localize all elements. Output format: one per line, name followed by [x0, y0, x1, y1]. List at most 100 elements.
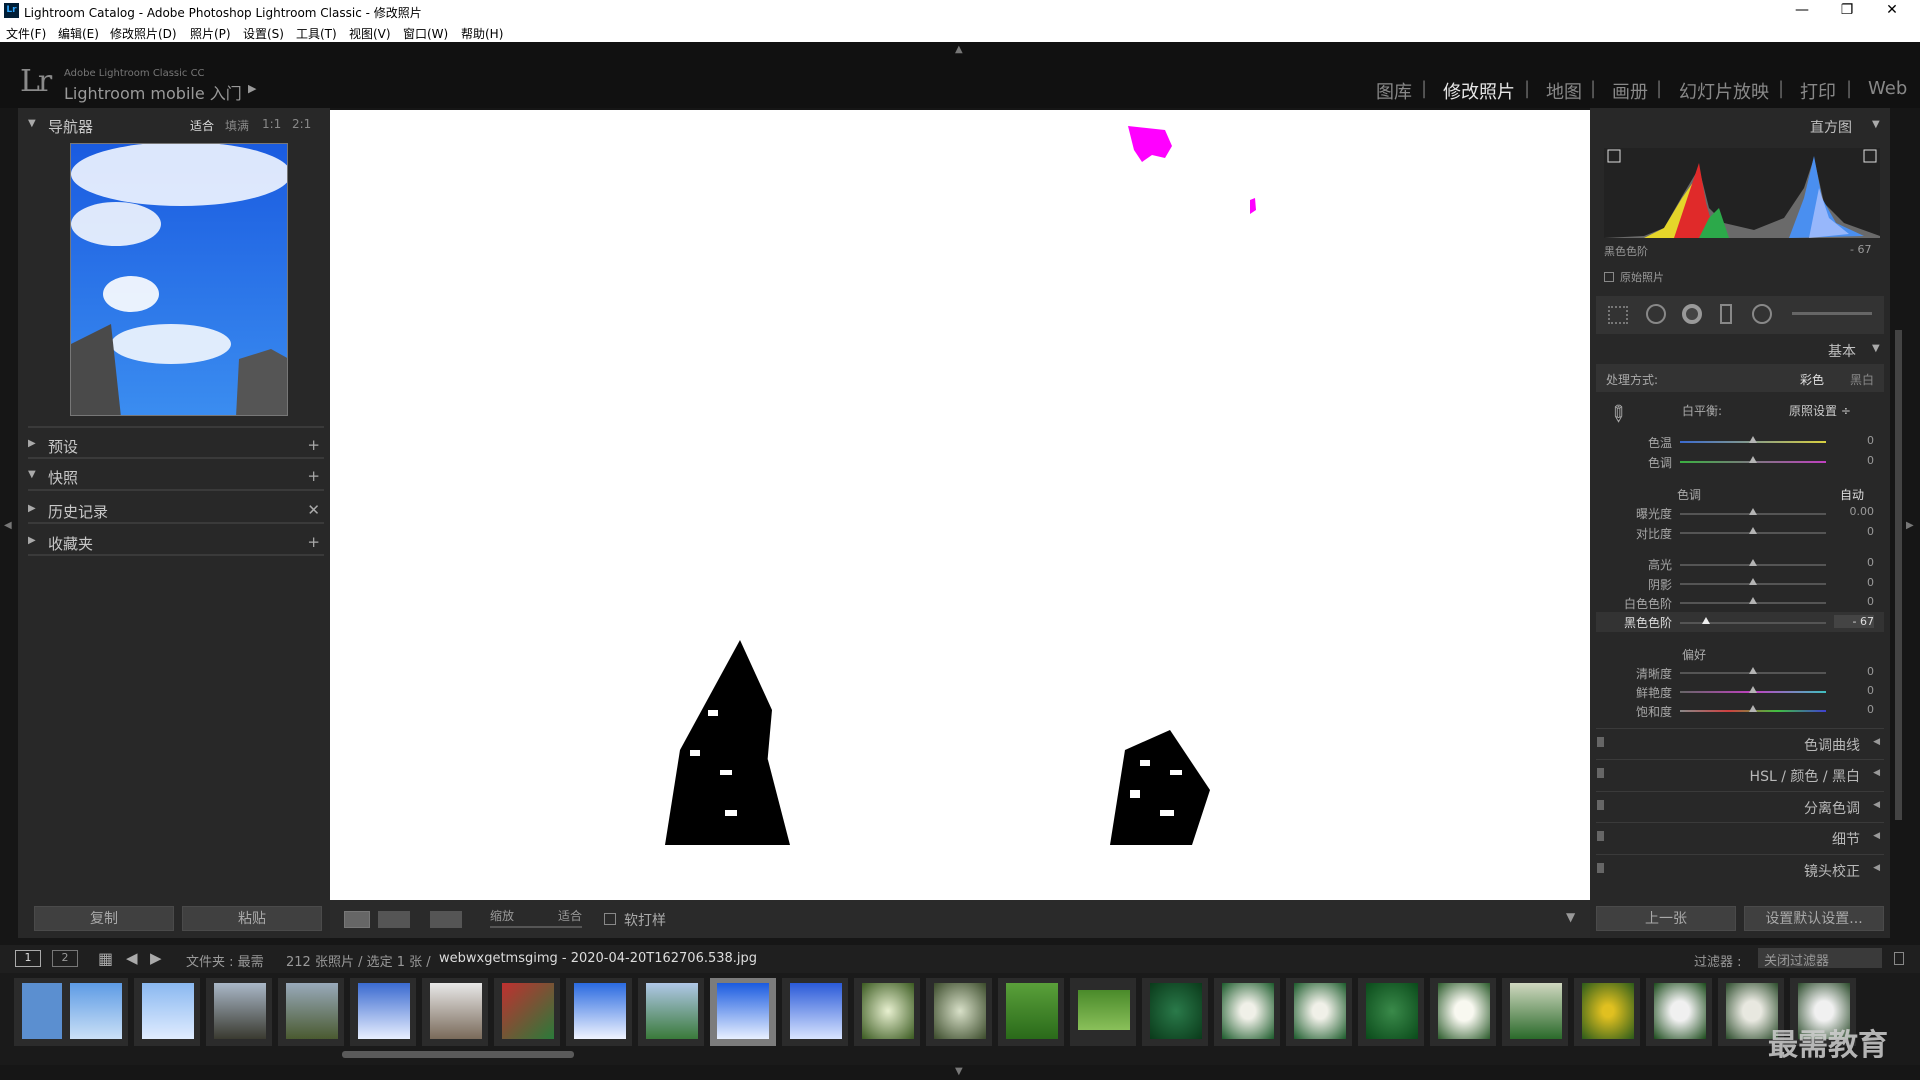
loupe-view-icon[interactable] [344, 911, 370, 928]
film-cell[interactable] [998, 978, 1064, 1046]
film-cell[interactable] [422, 978, 488, 1046]
module-book[interactable]: 画册 [1612, 78, 1648, 104]
menu-view[interactable]: 视图(V) [349, 25, 391, 42]
film-cell[interactable] [1142, 978, 1208, 1046]
presets-header[interactable]: ▶ 预设 + [28, 434, 324, 458]
film-cell[interactable] [1358, 978, 1424, 1046]
exposure-knob[interactable] [1749, 508, 1757, 515]
panel-switch-icon[interactable] [1597, 800, 1604, 810]
photo-canvas[interactable] [330, 110, 1590, 900]
window-1-button[interactable]: 1 [15, 950, 41, 967]
collapse-top-arrow-icon[interactable]: ▲ [955, 44, 963, 55]
menu-file[interactable]: 文件(F) [6, 25, 46, 42]
tone-curve-section[interactable]: 色调曲线 ◀ [1596, 728, 1884, 756]
crop-tool-icon[interactable] [1608, 306, 1628, 324]
contrast-knob[interactable] [1749, 527, 1757, 534]
vibrance-knob[interactable] [1749, 686, 1757, 693]
filter-select[interactable]: 关闭过滤器 [1758, 948, 1882, 969]
wb-select[interactable]: 原照设置 ÷ [1789, 402, 1851, 419]
collapse-triangle-icon[interactable]: ▼ [1872, 119, 1880, 130]
shadows-knob[interactable] [1749, 578, 1757, 585]
collections-header[interactable]: ▶ 收藏夹 + [28, 531, 324, 555]
toolbar-menu-icon[interactable]: ▼ [1566, 910, 1575, 924]
identity-mobile[interactable]: Lightroom mobile 入门 [64, 80, 242, 104]
module-slideshow[interactable]: 幻灯片放映 [1679, 78, 1769, 104]
module-print[interactable]: 打印 [1800, 78, 1836, 104]
right-panel-scrollbar[interactable] [1895, 330, 1902, 820]
clarity-knob[interactable] [1749, 667, 1757, 674]
film-cell[interactable] [134, 978, 200, 1046]
menu-edit[interactable]: 编辑(E) [58, 25, 99, 42]
brush-tool-icon[interactable] [1792, 312, 1872, 315]
close-button[interactable]: ✕ [1870, 0, 1914, 22]
back-arrow-icon[interactable]: ◀ [126, 949, 138, 967]
add-snapshot-icon[interactable]: + [307, 467, 320, 485]
film-cell[interactable] [206, 978, 272, 1046]
left-panel-arrow-icon[interactable]: ◀ [4, 520, 12, 531]
contrast-value[interactable]: 0 [1834, 525, 1874, 538]
film-cell[interactable] [494, 978, 560, 1046]
module-library[interactable]: 图库 [1376, 78, 1412, 104]
current-filename[interactable]: webwxgetmsgimg - 2020-04-20T162706.538.j… [439, 951, 757, 966]
film-cell[interactable] [1286, 978, 1352, 1046]
split-toning-section[interactable]: 分离色调 ◀ [1596, 791, 1884, 819]
history-header[interactable]: ▶ 历史记录 ✕ [28, 499, 324, 523]
module-web[interactable]: Web [1868, 78, 1907, 99]
red-eye-icon[interactable] [1682, 304, 1702, 324]
spot-removal-icon[interactable] [1646, 304, 1666, 324]
snapshots-header[interactable]: ▼ 快照 + [28, 465, 324, 489]
saturation-knob[interactable] [1749, 705, 1757, 712]
maximize-button[interactable]: ❐ [1825, 0, 1869, 22]
module-develop[interactable]: 修改照片 [1443, 78, 1515, 104]
film-cell[interactable] [1430, 978, 1496, 1046]
film-cell-selected[interactable] [710, 978, 776, 1046]
film-cell[interactable] [926, 978, 992, 1046]
forward-arrow-icon[interactable]: ▶ [150, 949, 162, 967]
nav-2to1[interactable]: 2:1 [292, 117, 311, 131]
nav-1to1[interactable]: 1:1 [262, 117, 281, 131]
collapse-triangle-icon[interactable]: ▼ [1872, 343, 1880, 354]
clarity-value[interactable]: 0 [1834, 665, 1874, 678]
right-panel-arrow-icon[interactable]: ▶ [1906, 520, 1914, 531]
module-map[interactable]: 地图 [1546, 78, 1582, 104]
nav-fill[interactable]: 填满 [225, 117, 249, 134]
film-cell[interactable] [1214, 978, 1280, 1046]
film-cell[interactable] [350, 978, 416, 1046]
film-cell[interactable] [854, 978, 920, 1046]
film-cell[interactable] [566, 978, 632, 1046]
panel-switch-icon[interactable] [1597, 768, 1604, 778]
whites-knob[interactable] [1749, 597, 1757, 604]
blacks-value[interactable]: - 67 [1834, 615, 1874, 628]
menu-photo[interactable]: 照片(P) [190, 25, 231, 42]
menu-develop[interactable]: 修改照片(D) [110, 25, 177, 42]
auto-tone-button[interactable]: 自动 [1840, 486, 1864, 503]
identity-arrow-icon[interactable]: ▶ [248, 82, 256, 95]
menu-settings[interactable]: 设置(S) [243, 25, 284, 42]
before-after-lr-icon[interactable] [378, 911, 410, 928]
film-cell[interactable] [278, 978, 344, 1046]
window-2-button[interactable]: 2 [52, 950, 78, 967]
treatment-bw[interactable]: 黑白 [1850, 371, 1874, 388]
source-label[interactable]: 文件夹 : 最需 [186, 951, 264, 970]
blacks-knob[interactable] [1702, 617, 1710, 624]
film-cell[interactable] [1070, 978, 1136, 1046]
histogram-label[interactable]: 直方图 [1810, 117, 1852, 137]
minimize-button[interactable]: — [1780, 0, 1824, 22]
filter-lock-icon[interactable] [1894, 952, 1904, 965]
vibrance-value[interactable]: 0 [1834, 684, 1874, 697]
panel-switch-icon[interactable] [1597, 831, 1604, 841]
lens-corrections-section[interactable]: 镜头校正 ◀ [1596, 854, 1884, 882]
film-cell[interactable] [62, 978, 128, 1046]
panel-switch-icon[interactable] [1597, 863, 1604, 873]
reset-button[interactable]: 设置默认设置... [1744, 906, 1884, 931]
temp-knob[interactable] [1749, 436, 1757, 443]
temp-value[interactable]: 0 [1834, 434, 1874, 447]
paste-button[interactable]: 粘贴 [182, 906, 322, 931]
detail-section[interactable]: 细节 ◀ [1596, 822, 1884, 850]
highlights-value[interactable]: 0 [1834, 556, 1874, 569]
whites-value[interactable]: 0 [1834, 595, 1874, 608]
previous-button[interactable]: 上一张 [1596, 906, 1736, 931]
soft-proof-checkbox[interactable] [604, 913, 616, 925]
exposure-value[interactable]: 0.00 [1834, 505, 1875, 518]
collapse-bottom-arrow-icon[interactable]: ▼ [955, 1066, 963, 1077]
